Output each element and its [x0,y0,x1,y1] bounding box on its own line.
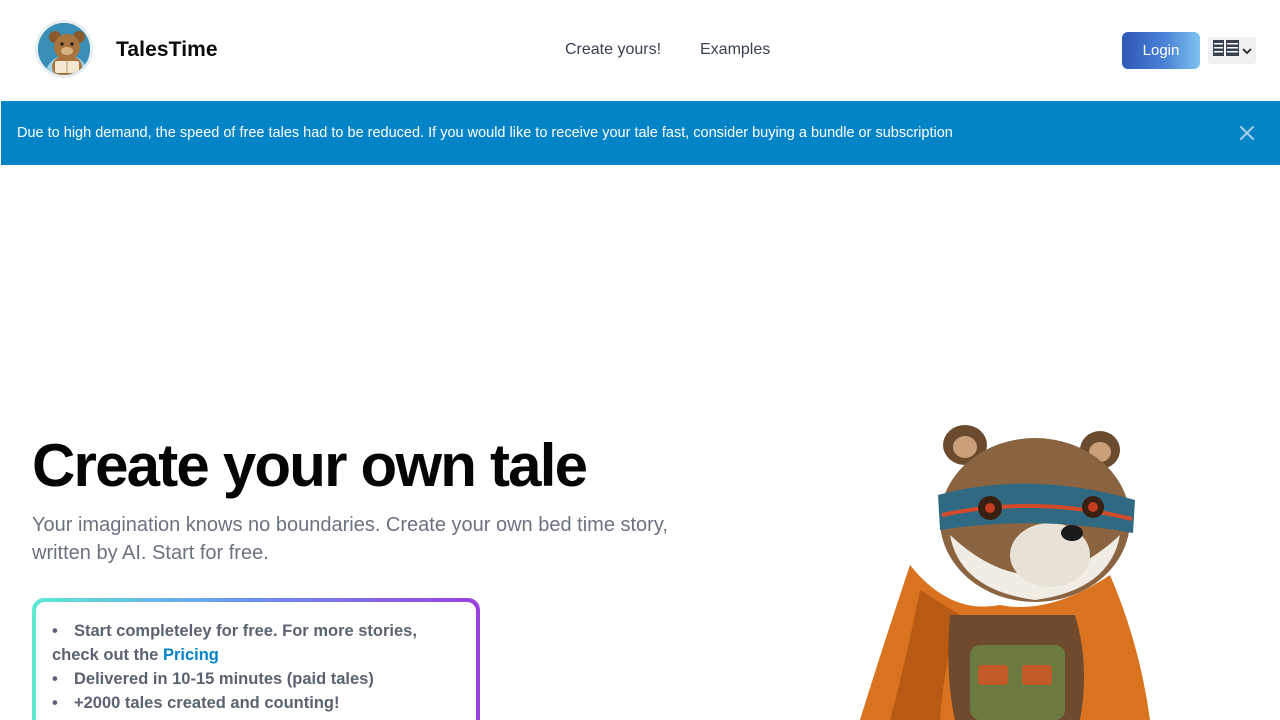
close-icon[interactable] [1237,123,1257,143]
feature-item-count: +2000 tales created and counting! [52,691,460,715]
nav-create-yours[interactable]: Create yours! [565,41,661,59]
hero-subtitle: Your imagination knows no boundaries. Cr… [32,514,668,564]
chevron-down-icon [1241,42,1252,60]
bear-reading-logo[interactable] [35,20,93,78]
raccoon-hero-illustration [850,415,1160,720]
feature-box-inner: Start completeley for free. For more sto… [36,602,476,720]
feature-list: Start completeley for free. For more sto… [52,619,460,715]
english-flag-icon [1212,40,1239,61]
feature-item-delivery: Delivered in 10-15 minutes (paid tales) [52,667,460,691]
feature-item-free: Start completeley for free. For more sto… [52,619,460,667]
login-button[interactable]: Login [1122,32,1200,69]
notice-banner: Due to high demand, the speed of free ta… [1,101,1280,165]
banner-message: Due to high demand, the speed of free ta… [17,125,953,141]
site-header: TalesTime Create yours! Examples Login [0,0,1280,100]
hero-title: Create your own tale [32,432,588,499]
feature-free-text: Start completeley for free. For more sto… [52,622,417,664]
nav-examples[interactable]: Examples [700,41,770,59]
feature-box: Start completeley for free. For more sto… [32,598,480,720]
language-select[interactable] [1208,37,1256,64]
brand-name[interactable]: TalesTime [116,38,218,62]
pricing-link[interactable]: Pricing [163,646,219,664]
